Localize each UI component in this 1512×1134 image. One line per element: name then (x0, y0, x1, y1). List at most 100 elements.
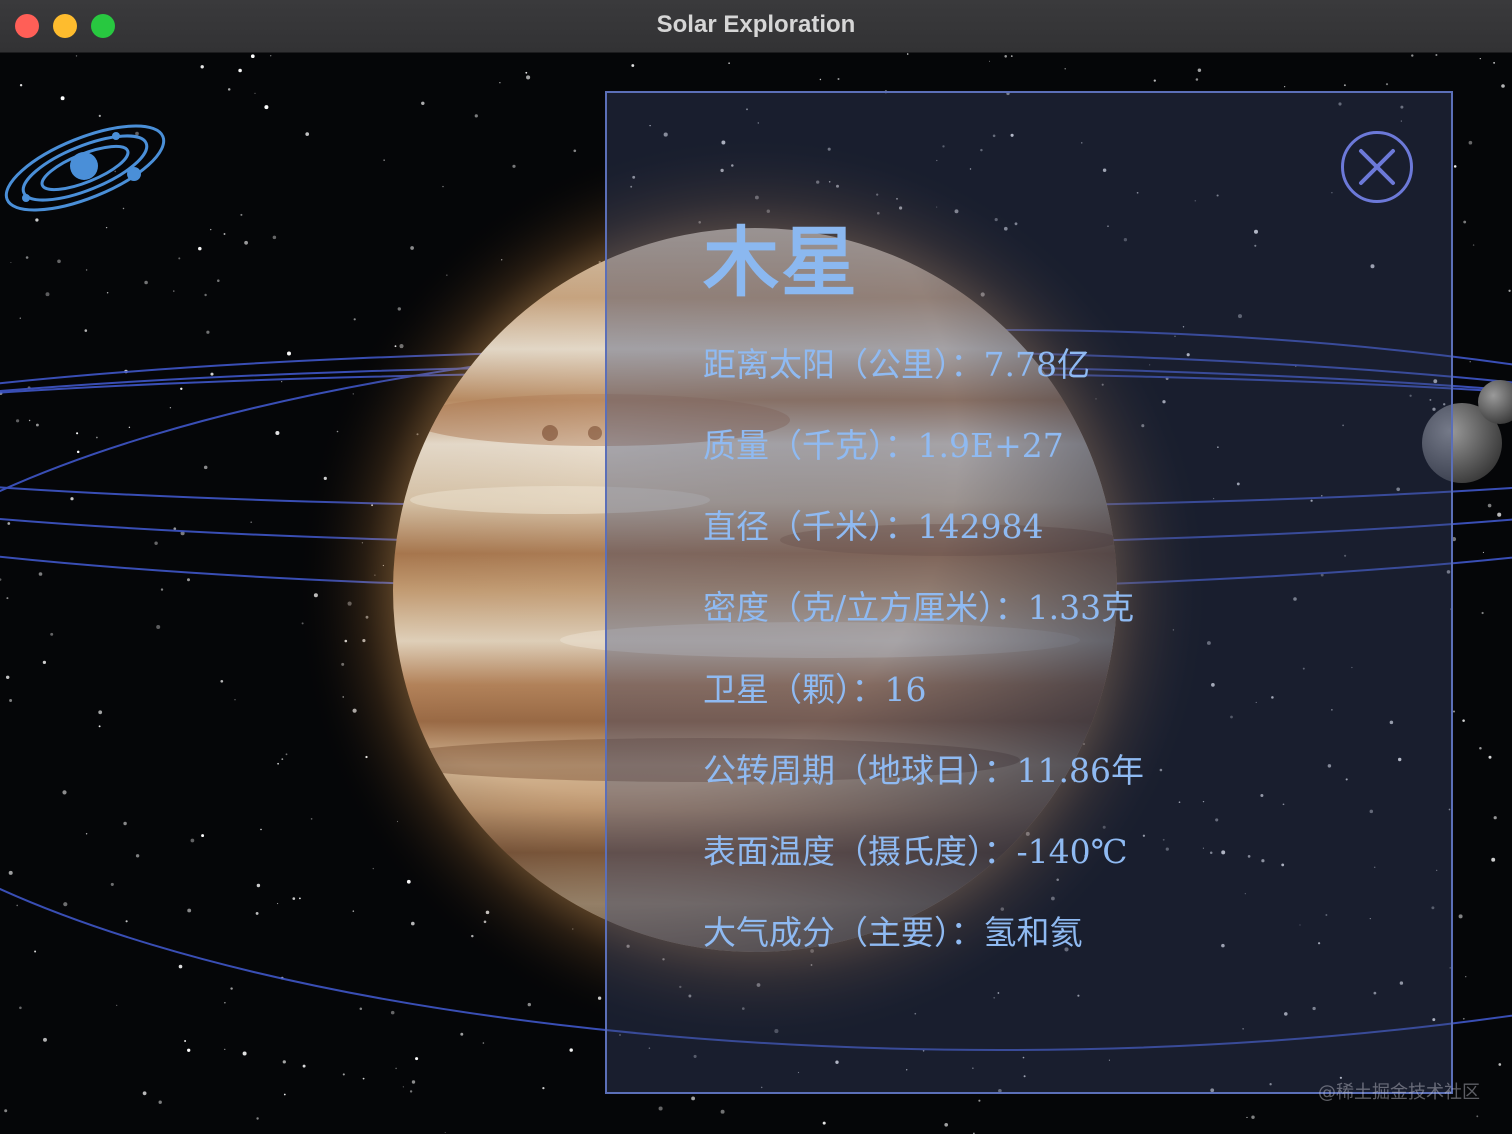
star (19, 1006, 22, 1010)
star (123, 821, 127, 826)
star (204, 293, 207, 297)
star (988, 60, 991, 62)
star (255, 911, 259, 915)
star (220, 679, 224, 683)
star (128, 426, 131, 429)
star (573, 149, 577, 153)
star (527, 1002, 531, 1007)
star (822, 1121, 826, 1125)
star (282, 1060, 286, 1064)
star (6, 597, 9, 600)
star (28, 419, 31, 422)
star (5, 675, 10, 680)
star (275, 430, 280, 436)
star (234, 699, 236, 701)
info-orbital-period: 公转周期（地球日）：11.86年 (703, 751, 1144, 790)
star (444, 1131, 446, 1134)
star (42, 660, 47, 665)
star (1469, 361, 1471, 363)
app-window: Solar Exploration 木星 距离太阳（公里）：7.78亿 质量（千… (0, 0, 1512, 1134)
star (1501, 84, 1505, 88)
star (238, 68, 242, 73)
star (1476, 1115, 1479, 1118)
star (1385, 83, 1389, 86)
star (819, 78, 822, 81)
star (569, 1048, 573, 1052)
star (1493, 61, 1496, 64)
star (142, 1091, 147, 1096)
star (210, 228, 212, 231)
star (190, 838, 195, 843)
star (63, 902, 68, 907)
star (187, 578, 190, 582)
star (1497, 512, 1502, 517)
star (34, 950, 37, 953)
star (76, 432, 79, 435)
star (281, 758, 284, 760)
star (70, 497, 74, 501)
star (1251, 1115, 1255, 1119)
info-density: 密度（克/立方厘米）：1.33克 (703, 588, 1135, 627)
star (352, 910, 355, 912)
star (60, 96, 65, 101)
star (38, 572, 43, 576)
star (285, 753, 288, 756)
star (9, 699, 13, 702)
star (144, 280, 148, 285)
star (421, 101, 425, 106)
star (16, 904, 19, 907)
star (270, 55, 272, 57)
star (1498, 1063, 1502, 1066)
close-button[interactable] (1341, 131, 1413, 203)
star (76, 450, 80, 454)
star (1468, 140, 1473, 145)
star (1479, 746, 1482, 750)
star (362, 1077, 365, 1080)
star (19, 84, 23, 87)
solar-system-logo-icon[interactable] (0, 118, 170, 218)
star (110, 882, 114, 886)
star (135, 854, 140, 858)
info-surface-temperature: 表面温度（摄氏度）：-140℃ (703, 832, 1128, 871)
star (224, 1048, 226, 1050)
star (372, 867, 374, 870)
star (1462, 1017, 1465, 1020)
star (227, 88, 231, 91)
star (201, 834, 205, 838)
info-distance: 距离太阳（公里）：7.78亿 (703, 345, 1090, 384)
star (415, 1057, 419, 1061)
space-scene[interactable]: 木星 距离太阳（公里）：7.78亿 质量（千克）：1.9E+27 直径（千米）：… (0, 53, 1512, 1134)
star (8, 870, 13, 875)
watermark: @稀土掘金技术社区 (1318, 1082, 1480, 1103)
star (342, 1073, 345, 1076)
star (1453, 165, 1457, 168)
star (837, 77, 840, 81)
star (1246, 1116, 1248, 1118)
star (169, 407, 172, 409)
star (390, 1010, 395, 1015)
info-diameter: 直径（千米）：142984 (703, 507, 1044, 546)
star (359, 1007, 363, 1010)
star (691, 1096, 696, 1101)
star (198, 246, 202, 251)
star (1463, 220, 1467, 224)
star (187, 1048, 191, 1052)
star (1491, 857, 1496, 862)
star (35, 218, 39, 222)
star (631, 64, 635, 67)
star (240, 213, 243, 216)
star (525, 71, 528, 74)
star (4, 1109, 8, 1113)
star (1435, 53, 1438, 57)
star (1004, 55, 1007, 58)
star (1452, 710, 1456, 713)
star (1064, 68, 1066, 70)
star (944, 1122, 949, 1127)
star (158, 1100, 162, 1104)
star (154, 541, 158, 545)
star (1482, 551, 1484, 553)
star (1472, 244, 1475, 246)
star (302, 1064, 306, 1068)
star (1197, 68, 1202, 72)
star (1153, 79, 1156, 82)
